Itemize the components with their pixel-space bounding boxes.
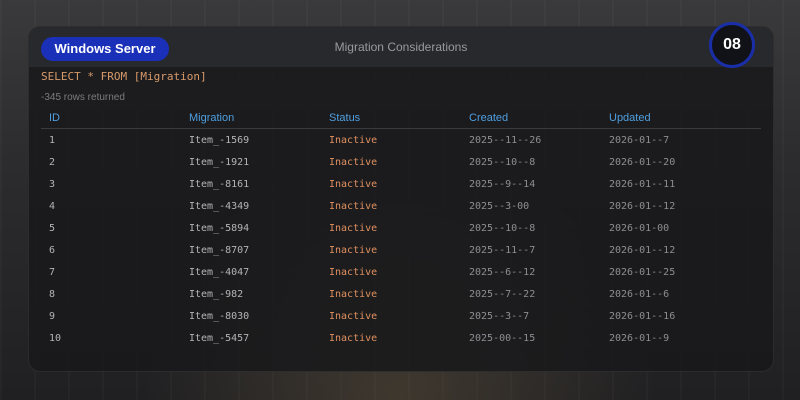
cell-status: Inactive <box>329 310 378 322</box>
cell-id: 7 <box>49 266 56 278</box>
table-row[interactable]: 10 Item_-5457 Inactive 2025-00--15 2026-… <box>41 327 761 349</box>
table-header-row: ID Migration Status Created Updated <box>41 108 761 129</box>
cell-updated: 2026-01--12 <box>609 244 676 256</box>
row-count-text: -345 rows returned <box>41 92 125 103</box>
sql-query-text: SELECT * FROM [Migration] <box>41 70 207 83</box>
window-title: Migration Considerations <box>334 40 468 54</box>
cell-updated: 2026-01--12 <box>609 200 676 212</box>
cell-migration: Item_-5457 <box>189 332 250 344</box>
cell-updated: 2026-01--25 <box>609 266 676 278</box>
cell-id: 1 <box>49 134 56 146</box>
cell-migration: Item_-5894 <box>189 222 250 234</box>
table-row[interactable]: 3 Item_-8161 Inactive 2025--9--14 2026-0… <box>41 173 761 195</box>
cell-id: 8 <box>49 288 56 300</box>
cell-updated: 2026-01--6 <box>609 288 670 300</box>
cell-status: Inactive <box>329 332 378 344</box>
cell-created: 2025--6--12 <box>469 266 536 278</box>
cell-migration: Item_-1921 <box>189 156 250 168</box>
cell-status: Inactive <box>329 288 378 300</box>
cell-id: 9 <box>49 310 56 322</box>
table-row[interactable]: 7 Item_-4047 Inactive 2025--6--12 2026-0… <box>41 261 761 283</box>
cell-status: Inactive <box>329 156 378 168</box>
query-window: Windows Server Migration Considerations … <box>28 26 774 372</box>
cell-created: 2025--3-00 <box>469 200 530 212</box>
cell-updated: 2026-01--9 <box>609 332 670 344</box>
cell-id: 6 <box>49 244 56 256</box>
cell-status: Inactive <box>329 244 378 256</box>
cell-status: Inactive <box>329 178 378 190</box>
cell-migration: Item_-1569 <box>189 134 250 146</box>
cell-created: 2025--7--22 <box>469 288 536 300</box>
cell-updated: 2026-01--11 <box>609 178 676 190</box>
cell-created: 2025--11--7 <box>469 244 536 256</box>
cell-id: 4 <box>49 200 56 212</box>
cell-id: 10 <box>49 332 62 344</box>
cell-migration: Item_-4349 <box>189 200 250 212</box>
cell-updated: 2026-01--16 <box>609 310 676 322</box>
table-row[interactable]: 8 Item_-982 Inactive 2025--7--22 2026-01… <box>41 283 761 305</box>
cell-id: 2 <box>49 156 56 168</box>
cell-created: 2025--11--26 <box>469 134 542 146</box>
cell-updated: 2026-01-00 <box>609 222 670 234</box>
cell-migration: Item_-8030 <box>189 310 250 322</box>
table-row[interactable]: 4 Item_-4349 Inactive 2025--3-00 2026-01… <box>41 195 761 217</box>
table-row[interactable]: 5 Item_-5894 Inactive 2025--10--8 2026-0… <box>41 217 761 239</box>
column-header-created[interactable]: Created <box>461 108 601 129</box>
cell-status: Inactive <box>329 222 378 234</box>
cell-status: Inactive <box>329 266 378 278</box>
cell-migration: Item_-8707 <box>189 244 250 256</box>
table-row[interactable]: 9 Item_-8030 Inactive 2025--3--7 2026-01… <box>41 305 761 327</box>
cell-migration: Item_-4047 <box>189 266 250 278</box>
table-row[interactable]: 6 Item_-8707 Inactive 2025--11--7 2026-0… <box>41 239 761 261</box>
table-row[interactable]: 1 Item_-1569 Inactive 2025--11--26 2026-… <box>41 129 761 152</box>
cell-created: 2025-00--15 <box>469 332 536 344</box>
cell-id: 3 <box>49 178 56 190</box>
cell-migration: Item_-982 <box>189 288 244 300</box>
cell-created: 2025--10--8 <box>469 156 536 168</box>
slide-number-badge: 08 <box>709 22 755 68</box>
column-header-migration[interactable]: Migration <box>181 108 321 129</box>
cell-status: Inactive <box>329 134 378 146</box>
results-table: ID Migration Status Created Updated 1 It… <box>41 108 761 349</box>
table-row[interactable]: 2 Item_-1921 Inactive 2025--10--8 2026-0… <box>41 151 761 173</box>
column-header-id[interactable]: ID <box>41 108 181 129</box>
title-bar: Windows Server Migration Considerations <box>29 27 773 67</box>
column-header-updated[interactable]: Updated <box>601 108 761 129</box>
cell-updated: 2026-01--20 <box>609 156 676 168</box>
cell-created: 2025--9--14 <box>469 178 536 190</box>
cell-updated: 2026-01--7 <box>609 134 670 146</box>
cell-created: 2025--3--7 <box>469 310 530 322</box>
cell-created: 2025--10--8 <box>469 222 536 234</box>
cell-migration: Item_-8161 <box>189 178 250 190</box>
cell-id: 5 <box>49 222 56 234</box>
column-header-status[interactable]: Status <box>321 108 461 129</box>
cell-status: Inactive <box>329 200 378 212</box>
